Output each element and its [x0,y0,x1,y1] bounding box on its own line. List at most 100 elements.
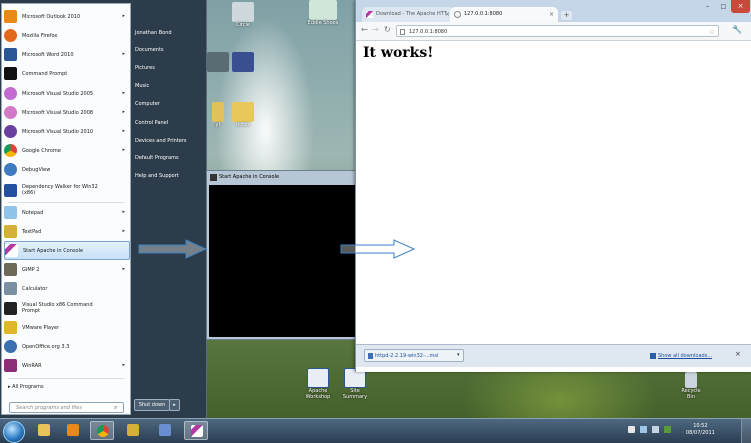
taskbar-explorer[interactable] [32,421,56,440]
vs2008-icon [4,106,17,119]
shutdown-button[interactable]: Shut down [134,399,170,411]
desktop-icon[interactable]: Eddie Shoes [306,0,340,26]
start-menu-pictures[interactable]: Pictures [135,65,155,71]
start-button[interactable] [3,421,25,443]
start-menu-documents[interactable]: Documents [135,47,164,53]
folder-icon [232,102,254,122]
program-item[interactable]: DebugView [4,161,128,178]
console-body[interactable] [209,185,357,337]
vs2005-icon [4,87,17,100]
desktop-icon[interactable]: Circle [230,2,256,28]
console-window[interactable]: Start Apache in Console [206,170,360,340]
word-icon [4,48,17,61]
submenu-arrow-icon: ▸ [122,266,125,272]
address-bar[interactable]: 127.0.0.1:8080 ☆ [396,25,719,37]
winrar-icon [4,359,17,372]
desktop-icon-label: notes [236,122,250,128]
shutdown-options-button[interactable]: ▸ [169,399,180,411]
start-menu-help[interactable]: Help and Support [135,173,179,179]
battery-icon[interactable] [664,426,671,433]
taskbar-chrome[interactable] [90,421,114,440]
taskbar-vs-window[interactable] [153,421,177,440]
program-label: Microsoft Outlook 2010 [22,13,81,20]
program-item[interactable]: Microsoft Visual Studio 2005 ▸ [4,85,128,102]
desktop-icon[interactable] [230,52,256,72]
calculator-icon [4,282,17,295]
tab-close-icon[interactable]: × [549,7,554,22]
gimp-icon [4,263,17,276]
tab-title: Download - The Apache HTT [376,11,447,17]
start-menu-default-programs[interactable]: Default Programs [135,155,179,161]
desktop-icon[interactable] [205,52,231,72]
chrome-icon [97,425,109,437]
back-button[interactable]: ← [361,25,368,34]
maximize-button[interactable]: □ [716,0,731,13]
program-item[interactable]: VMware Player [4,319,128,336]
download-item[interactable]: httpd-2.2.19-win32-...msi [364,349,464,362]
program-list: Microsoft Outlook 2010 ▸ Mozilla Firefox … [1,3,131,415]
submenu-arrow-icon: ▸ [122,128,125,134]
show-all-downloads-link[interactable]: Show all downloads... [649,353,712,359]
start-menu-user[interactable]: Jonathan Bond [135,30,172,36]
desktop-icon[interactable]: notes [230,102,256,128]
vs-cmd-icon [4,301,17,315]
browser-window[interactable]: Download - The Apache HTT × 127.0.0.1:80… [355,0,751,372]
new-tab-button[interactable]: + [561,11,572,20]
program-item[interactable]: Google Chrome ▸ [4,142,128,159]
program-label: WinRAR [22,362,42,369]
desktop-icon-label: Eddie Shoes [307,20,339,26]
reload-button[interactable]: ↻ [384,25,391,34]
taskbar-outlook[interactable] [61,421,85,440]
start-menu-devices[interactable]: Devices and Printers [135,138,187,144]
clock-time: 10:52 [693,423,708,429]
callout-arrow [340,239,416,259]
show-desktop-button[interactable] [741,419,751,443]
start-menu-control-panel[interactable]: Control Panel [135,120,168,126]
program-item[interactable]: Microsoft Word 2010 ▸ [4,46,128,63]
vs2010-icon [4,125,17,138]
program-item[interactable]: OpenOffice.org 3.3 [4,338,128,355]
program-item[interactable]: TextPad ▸ [4,223,128,240]
tray-flag-icon[interactable] [628,426,635,433]
program-item[interactable]: Notepad ▸ [4,204,128,221]
download-shelf-close-button[interactable]: × [735,350,741,358]
program-item[interactable]: Microsoft Visual Studio 2010 ▸ [4,123,128,140]
tab-apache-download[interactable]: Download - The Apache HTT × [362,7,454,22]
console-title[interactable]: Start Apache in Console [207,171,359,184]
all-programs-button[interactable]: ▸ All Programs [8,384,44,390]
bookmark-star-icon[interactable]: ☆ [709,26,715,38]
desktop-icon[interactable]: Site Summary [342,368,368,400]
program-item[interactable]: GIMP 2 ▸ [4,261,128,278]
taskbar-apache-console[interactable] [184,421,208,440]
wrench-menu-icon[interactable]: 🔧 [732,25,742,34]
clock-date: 08/07/2011 [686,430,715,436]
globe-icon [454,11,461,18]
program-item[interactable]: WinRAR ▸ [4,357,128,374]
minimize-button[interactable]: – [699,0,716,13]
program-item[interactable]: Microsoft Visual Studio 2008 ▸ [4,104,128,121]
submenu-arrow-icon: ▸ [122,362,125,368]
program-item[interactable]: Mozilla Firefox [4,27,128,44]
program-item[interactable]: Dependency Walker for Win32 (x86) [4,180,128,200]
download-menu-arrow-icon[interactable]: ▾ [457,352,460,358]
program-item-selected[interactable]: Start Apache in Console [4,241,130,260]
forward-button[interactable]: → [372,25,379,34]
desktop-icon[interactable]: Apache Workshop [305,368,331,400]
program-label: Calculator [22,285,48,292]
program-item[interactable]: Command Prompt [4,65,128,82]
start-menu-computer[interactable]: Computer [135,101,160,107]
taskbar-visual-studio[interactable] [121,421,145,440]
close-button[interactable]: × [731,0,750,13]
clock[interactable]: 10:52 08/07/2011 [686,423,715,437]
volume-icon[interactable] [652,426,659,433]
desktop-icon[interactable]: yt [205,102,231,128]
network-icon[interactable] [640,426,647,433]
program-item[interactable]: Visual Studio x86 Command Prompt [4,298,128,318]
search-input[interactable]: Search programs and files [9,402,124,413]
tab-localhost[interactable]: 127.0.0.1:8080 × [450,7,558,22]
desktop-icon[interactable]: Recycle Bin [678,372,704,400]
program-item[interactable]: Calculator [4,280,128,297]
program-item[interactable]: Microsoft Outlook 2010 ▸ [4,8,128,25]
start-menu-music[interactable]: Music [135,83,149,89]
program-label: Start Apache in Console [23,247,84,254]
